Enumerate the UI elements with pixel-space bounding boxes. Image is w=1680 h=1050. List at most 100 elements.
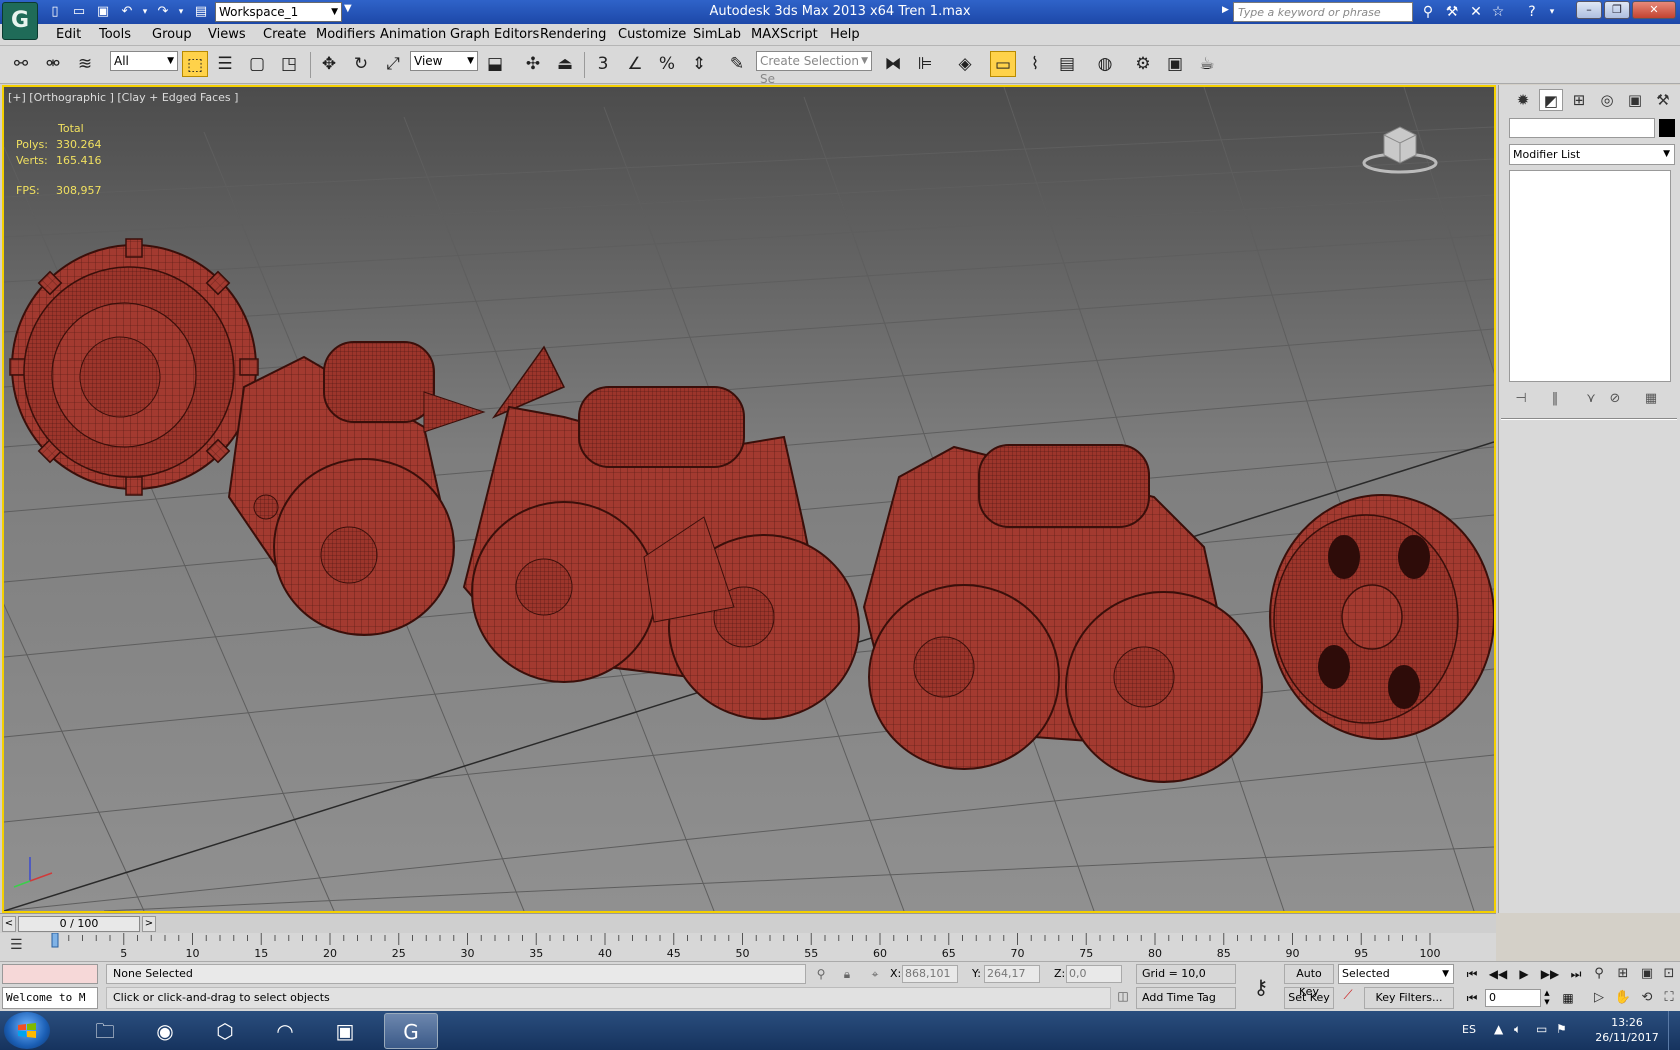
mirror-icon[interactable]: ⧓ [880,51,906,77]
perspective-viewport[interactable]: [+] [Orthographic ] [Clay + Edged Faces … [2,85,1496,913]
isolate-selection-icon[interactable]: ⚲ [812,965,830,983]
selection-lock-icon[interactable]: 🔒︎ [838,965,856,983]
maxscript-mini-listener[interactable] [2,964,98,984]
project-folder-icon[interactable]: ▤ [192,3,210,21]
add-time-tag-button[interactable]: Add Time Tag [1136,987,1236,1009]
absolute-offset-mode-icon[interactable]: ⌖ [866,965,884,983]
menu-maxscript[interactable]: MAXScript [751,27,818,42]
previous-key-icon[interactable]: ◀◀ [1486,964,1510,984]
redo-dropdown-icon[interactable]: ▾ [172,3,190,21]
key-filters-button[interactable]: Key Filters... [1364,987,1454,1009]
render-setup-icon[interactable]: ⚙ [1130,51,1156,77]
menu-edit[interactable]: Edit [56,27,81,42]
track-bar[interactable]: ☰ 5 10 15 20 25 30 35 40 45 50 55 60 65 70 75 80 85 90 95 1… [0,933,1496,961]
utilities-tab-icon[interactable]: ⚒ [1651,89,1675,111]
frame-spinner-icon[interactable]: ▲ ▼ [1542,989,1552,1007]
new-file-icon[interactable]: ▯ [46,3,64,21]
viewport-label-menu[interactable]: [+] [Orthographic ] [Clay + Edged Faces … [8,91,238,104]
action-center-icon[interactable]: ⚑ [1556,1022,1567,1036]
menu-rendering[interactable]: Rendering [540,27,606,42]
default-tangent-icon[interactable]: ⟋ [1338,988,1358,1008]
viewcube-icon[interactable] [1360,121,1440,175]
key-mode-dropdown[interactable]: Selected ▼ [1338,964,1454,984]
spinner-snap-icon[interactable]: ⇕ [686,51,712,77]
pivot-center-icon[interactable]: ⬓ [482,51,508,77]
menu-modifiers[interactable]: Modifiers [316,27,375,42]
file-explorer-icon[interactable]: 🗀︎ [78,1013,132,1049]
workspace-dropdown[interactable]: Workspace_1 ▼ [215,2,342,22]
zoom-extents-all-icon[interactable]: ⊡ [1658,964,1680,984]
select-object-icon[interactable]: ⬚ [182,51,208,77]
schematic-view-icon[interactable]: ▤ [1054,51,1080,77]
app-menu-button[interactable]: G [2,2,38,40]
communication-center-icon[interactable]: ✕ [1466,3,1486,21]
menu-graph-editors[interactable]: Graph Editors [450,27,539,42]
named-selection-set-dropdown[interactable]: Create Selection Se ▼ [756,51,872,86]
rendered-frame-window-icon[interactable]: ▣ [1162,51,1188,77]
z-coordinate-field[interactable]: 0,0 [1066,965,1122,983]
time-tag-icon[interactable]: ◫ [1114,989,1132,1007]
scene-explorer-icon[interactable]: ▭ [990,51,1016,77]
previous-frame-arrow-icon[interactable]: < [2,916,16,932]
network-icon[interactable]: ▭ [1536,1022,1547,1036]
key-mode-toggle-icon[interactable]: ⏮ [1460,988,1484,1008]
menu-help[interactable]: Help [830,27,860,42]
open-file-icon[interactable]: ▭ [70,3,88,21]
undo-dropdown-icon[interactable]: ▾ [136,3,154,21]
motion-tab-icon[interactable]: ◎ [1595,89,1619,111]
save-icon[interactable]: ▣ [94,3,112,21]
menu-animation[interactable]: Animation [380,27,446,42]
set-keys-key-icon[interactable]: ⚷ [1244,970,1278,1004]
time-slider-thumb[interactable]: 0 / 100 [18,916,140,932]
select-and-link-icon[interactable]: ⚯ [8,51,34,77]
select-and-scale-icon[interactable]: ⤢ [380,51,406,77]
window-crossing-icon[interactable]: ◳ [276,51,302,77]
menu-views[interactable]: Views [208,27,246,42]
select-by-name-icon[interactable]: ☰ [212,51,238,77]
hierarchy-tab-icon[interactable]: ⊞ [1567,89,1591,111]
reference-coordinate-dropdown[interactable]: View ▼ [410,51,478,71]
rectangular-selection-icon[interactable]: ▢ [244,51,270,77]
create-tab-icon[interactable]: ✹ [1511,89,1535,111]
display-tab-icon[interactable]: ▣ [1623,89,1647,111]
pan-view-icon[interactable]: ✋ [1612,988,1634,1008]
modifier-list-dropdown[interactable]: Modifier List ▼ [1509,144,1675,165]
start-button[interactable] [4,1012,50,1049]
menu-customize[interactable]: Customize [618,27,686,42]
current-frame-marker[interactable] [51,933,59,948]
favorites-star-icon[interactable]: ☆ [1488,3,1508,21]
subscription-icon[interactable]: ⚒ [1442,3,1462,21]
go-to-end-icon[interactable]: ⏭ [1564,964,1588,984]
binoculars-icon[interactable]: ⚲ [1418,3,1438,21]
go-to-start-icon[interactable]: ⏮ [1460,964,1484,984]
edit-named-selection-icon[interactable]: ✎ [724,51,750,77]
object-color-swatch[interactable] [1659,119,1675,137]
search-expand-icon[interactable]: ▶ [1222,5,1229,15]
modify-tab-icon[interactable]: ◩ [1539,89,1563,111]
undo-icon[interactable]: ↶ [118,3,136,21]
play-icon[interactable]: ▶ [1512,964,1536,984]
remove-modifier-icon[interactable]: ⊘ [1605,389,1625,409]
menu-simlab[interactable]: SimLab [693,27,741,42]
select-and-rotate-icon[interactable]: ↻ [348,51,374,77]
restore-button[interactable]: ❐ [1604,1,1630,19]
y-coordinate-field[interactable]: 264,17 [984,965,1040,983]
set-key-button[interactable]: Set Key [1284,987,1334,1009]
firefox-icon[interactable]: ◉ [138,1013,192,1049]
render-production-icon[interactable]: ☕ [1194,51,1220,77]
next-frame-arrow-icon[interactable]: > [142,916,156,932]
pin-stack-icon[interactable]: ⊣ [1511,389,1531,409]
auto-key-button[interactable]: Auto Key [1284,964,1334,998]
tray-expand-icon[interactable]: ▲ [1494,1022,1503,1036]
system-clock[interactable]: 13:26 26/11/2017 [1590,1015,1664,1045]
language-indicator[interactable]: ES [1462,1023,1476,1036]
show-desktop-button[interactable] [1668,1011,1680,1050]
3ds-max-taskbar-icon[interactable]: G [384,1013,438,1049]
maximize-viewport-icon[interactable]: ⛶ [1658,988,1680,1008]
align-icon[interactable]: ⊫ [912,51,938,77]
current-frame-field[interactable]: 0 [1485,989,1541,1007]
menu-create[interactable]: Create [263,27,306,42]
redo-icon[interactable]: ↷ [154,3,172,21]
quick-access-customize-icon[interactable]: ▼ [344,3,358,21]
percent-snap-icon[interactable]: % [654,51,680,77]
